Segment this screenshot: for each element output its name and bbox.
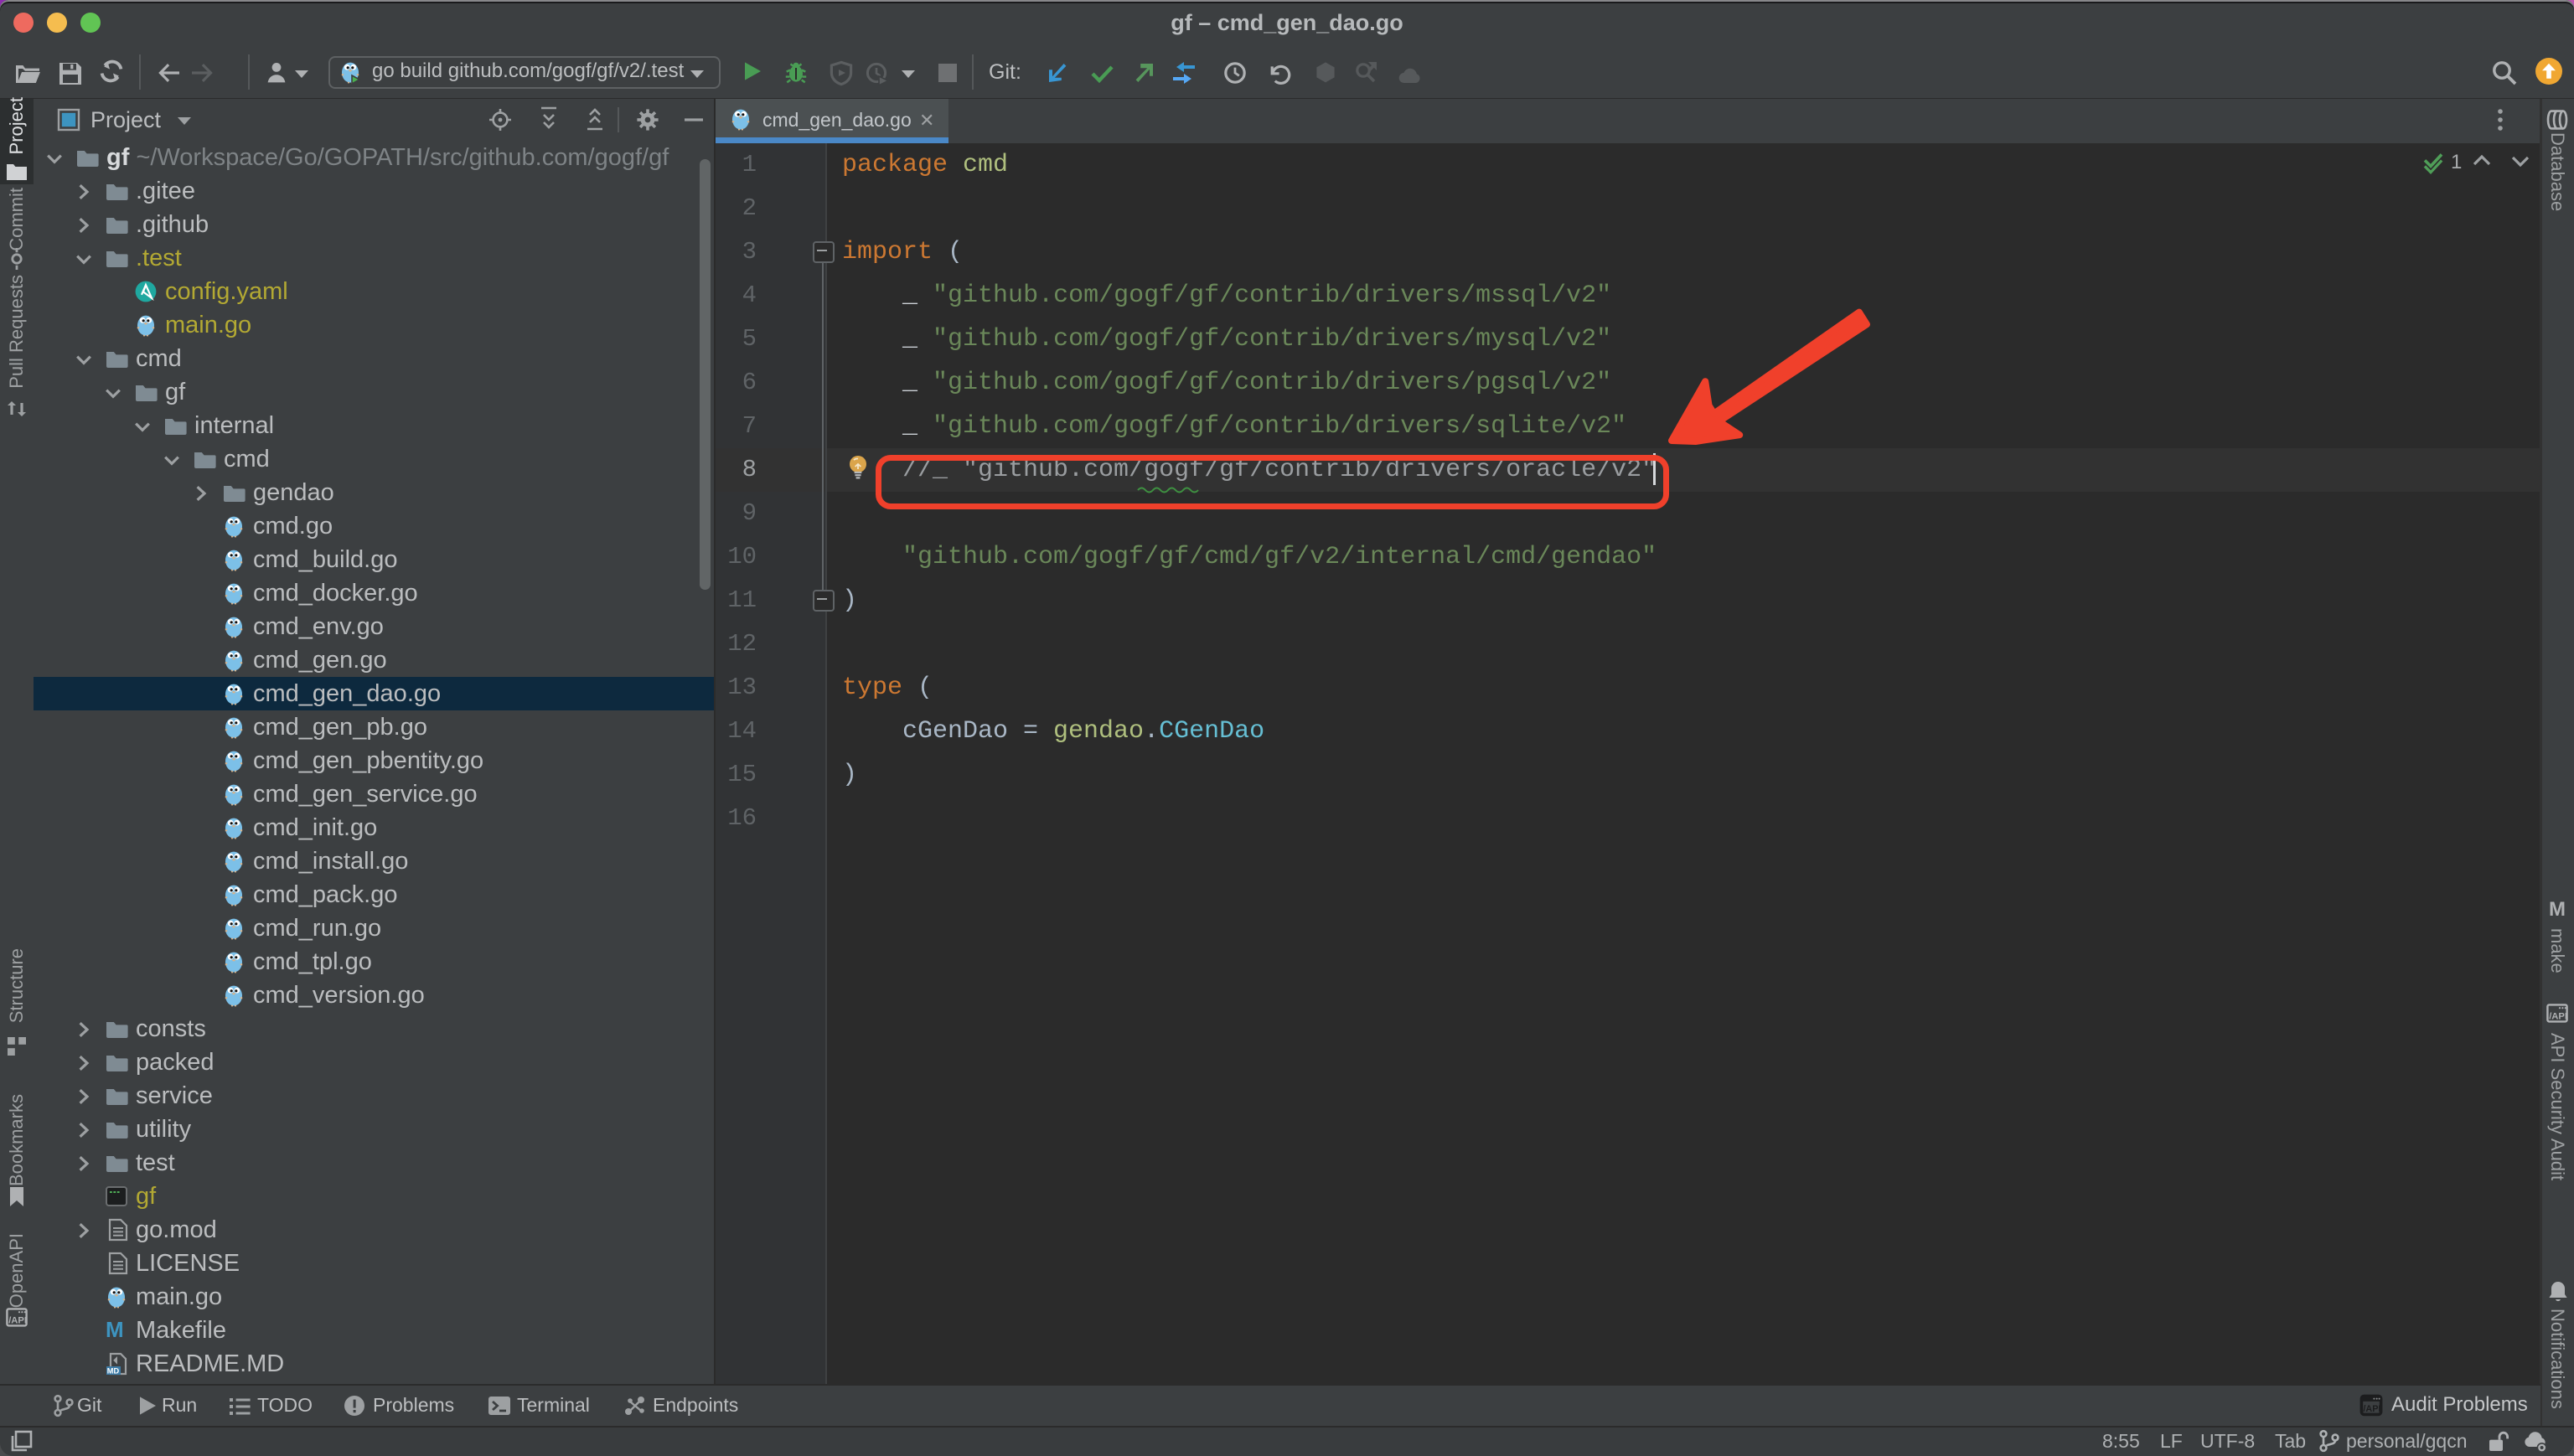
svg-text:MD: MD bbox=[107, 1367, 120, 1376]
svg-text:M: M bbox=[106, 1317, 124, 1342]
svg-text:/API: /API bbox=[2363, 1404, 2380, 1414]
svg-text:/API: /API bbox=[2549, 1012, 2567, 1022]
svg-text:/API: /API bbox=[8, 1316, 27, 1326]
